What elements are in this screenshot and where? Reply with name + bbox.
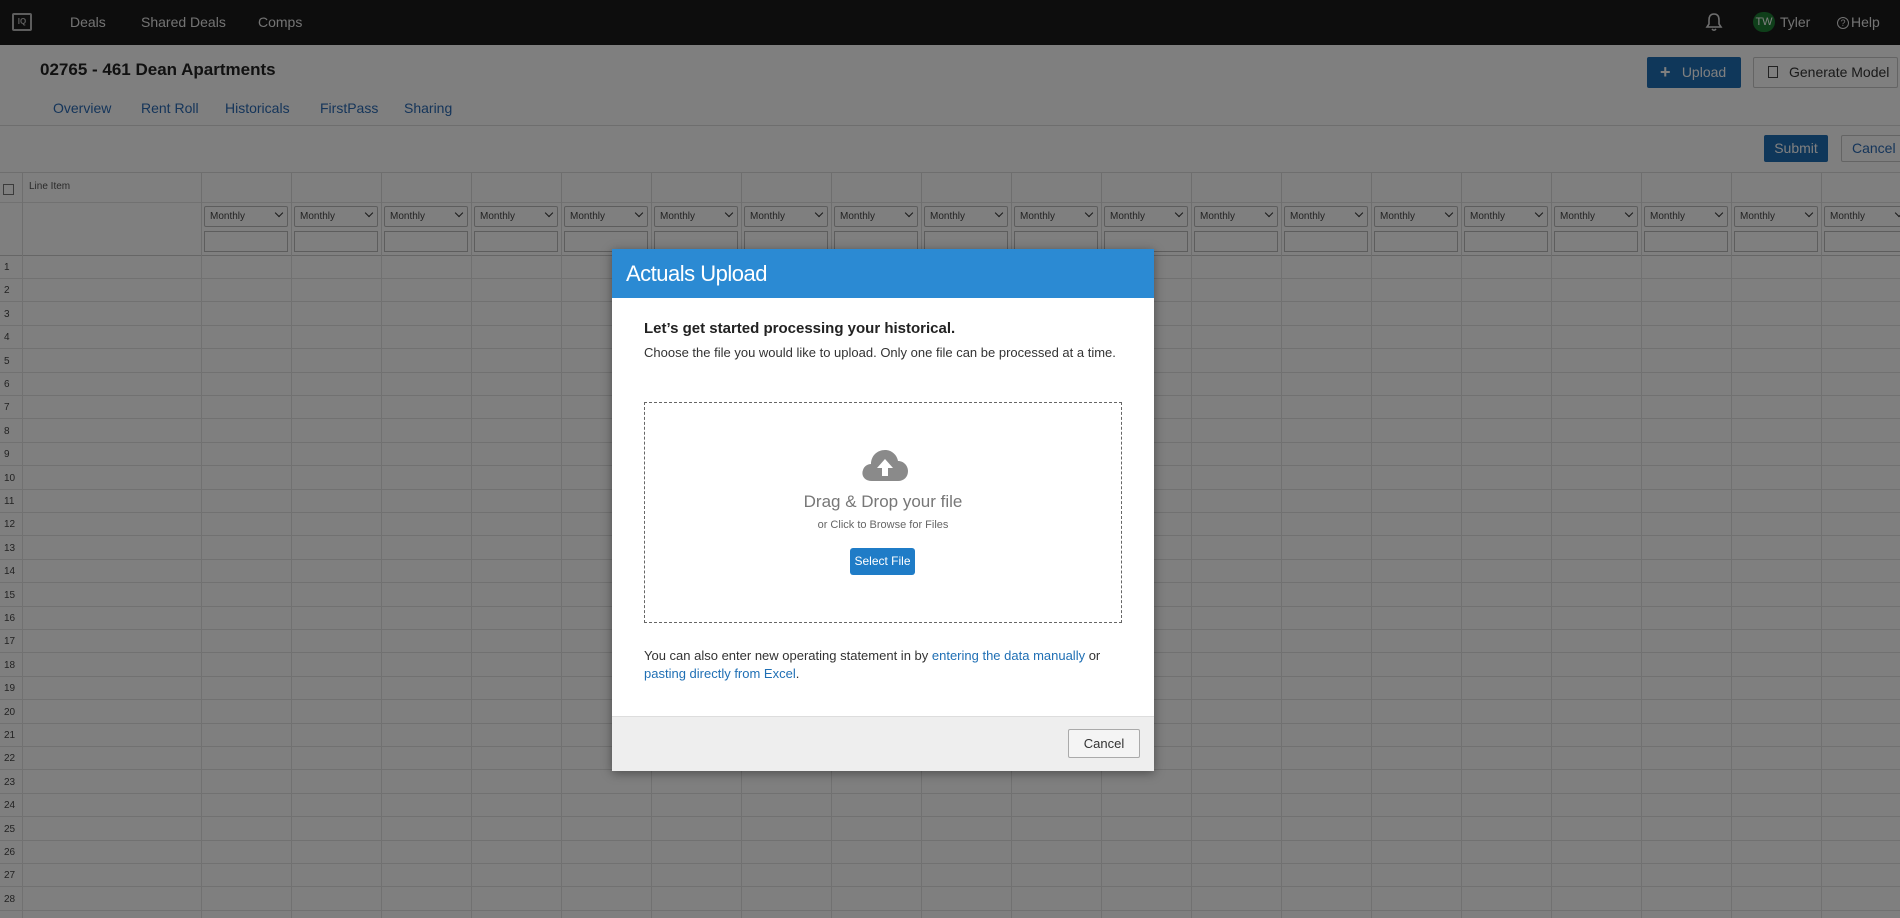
note-middle: or [1085,648,1101,663]
note-suffix: . [795,666,800,681]
manual-entry-note: You can also enter new operating stateme… [644,647,1124,683]
dropzone-subtitle: or Click to Browse for Files [817,519,949,531]
dialog-heading: Let’s get started processing your histor… [644,320,956,337]
dialog-header: Actuals Upload [612,249,1154,298]
enter-manually-link[interactable]: entering the data manually [932,648,1085,663]
dialog-cancel-button[interactable]: Cancel [1068,729,1140,758]
cloud-upload-icon [862,450,908,481]
file-dropzone[interactable]: Drag & Drop your file or Click to Browse… [644,402,1122,623]
select-file-button[interactable]: Select File [850,548,915,575]
paste-from-excel-link[interactable]: pasting directly from Excel [644,666,796,681]
actuals-upload-dialog: Actuals Upload Let’s get started process… [612,249,1154,771]
dropzone-title: Drag & Drop your file [803,492,963,511]
dialog-footer: Cancel [612,716,1154,771]
dialog-instructions: Choose the file you would like to upload… [644,345,1116,360]
dialog-title: Actuals Upload [626,261,767,286]
note-prefix: You can also enter new operating stateme… [644,648,932,663]
